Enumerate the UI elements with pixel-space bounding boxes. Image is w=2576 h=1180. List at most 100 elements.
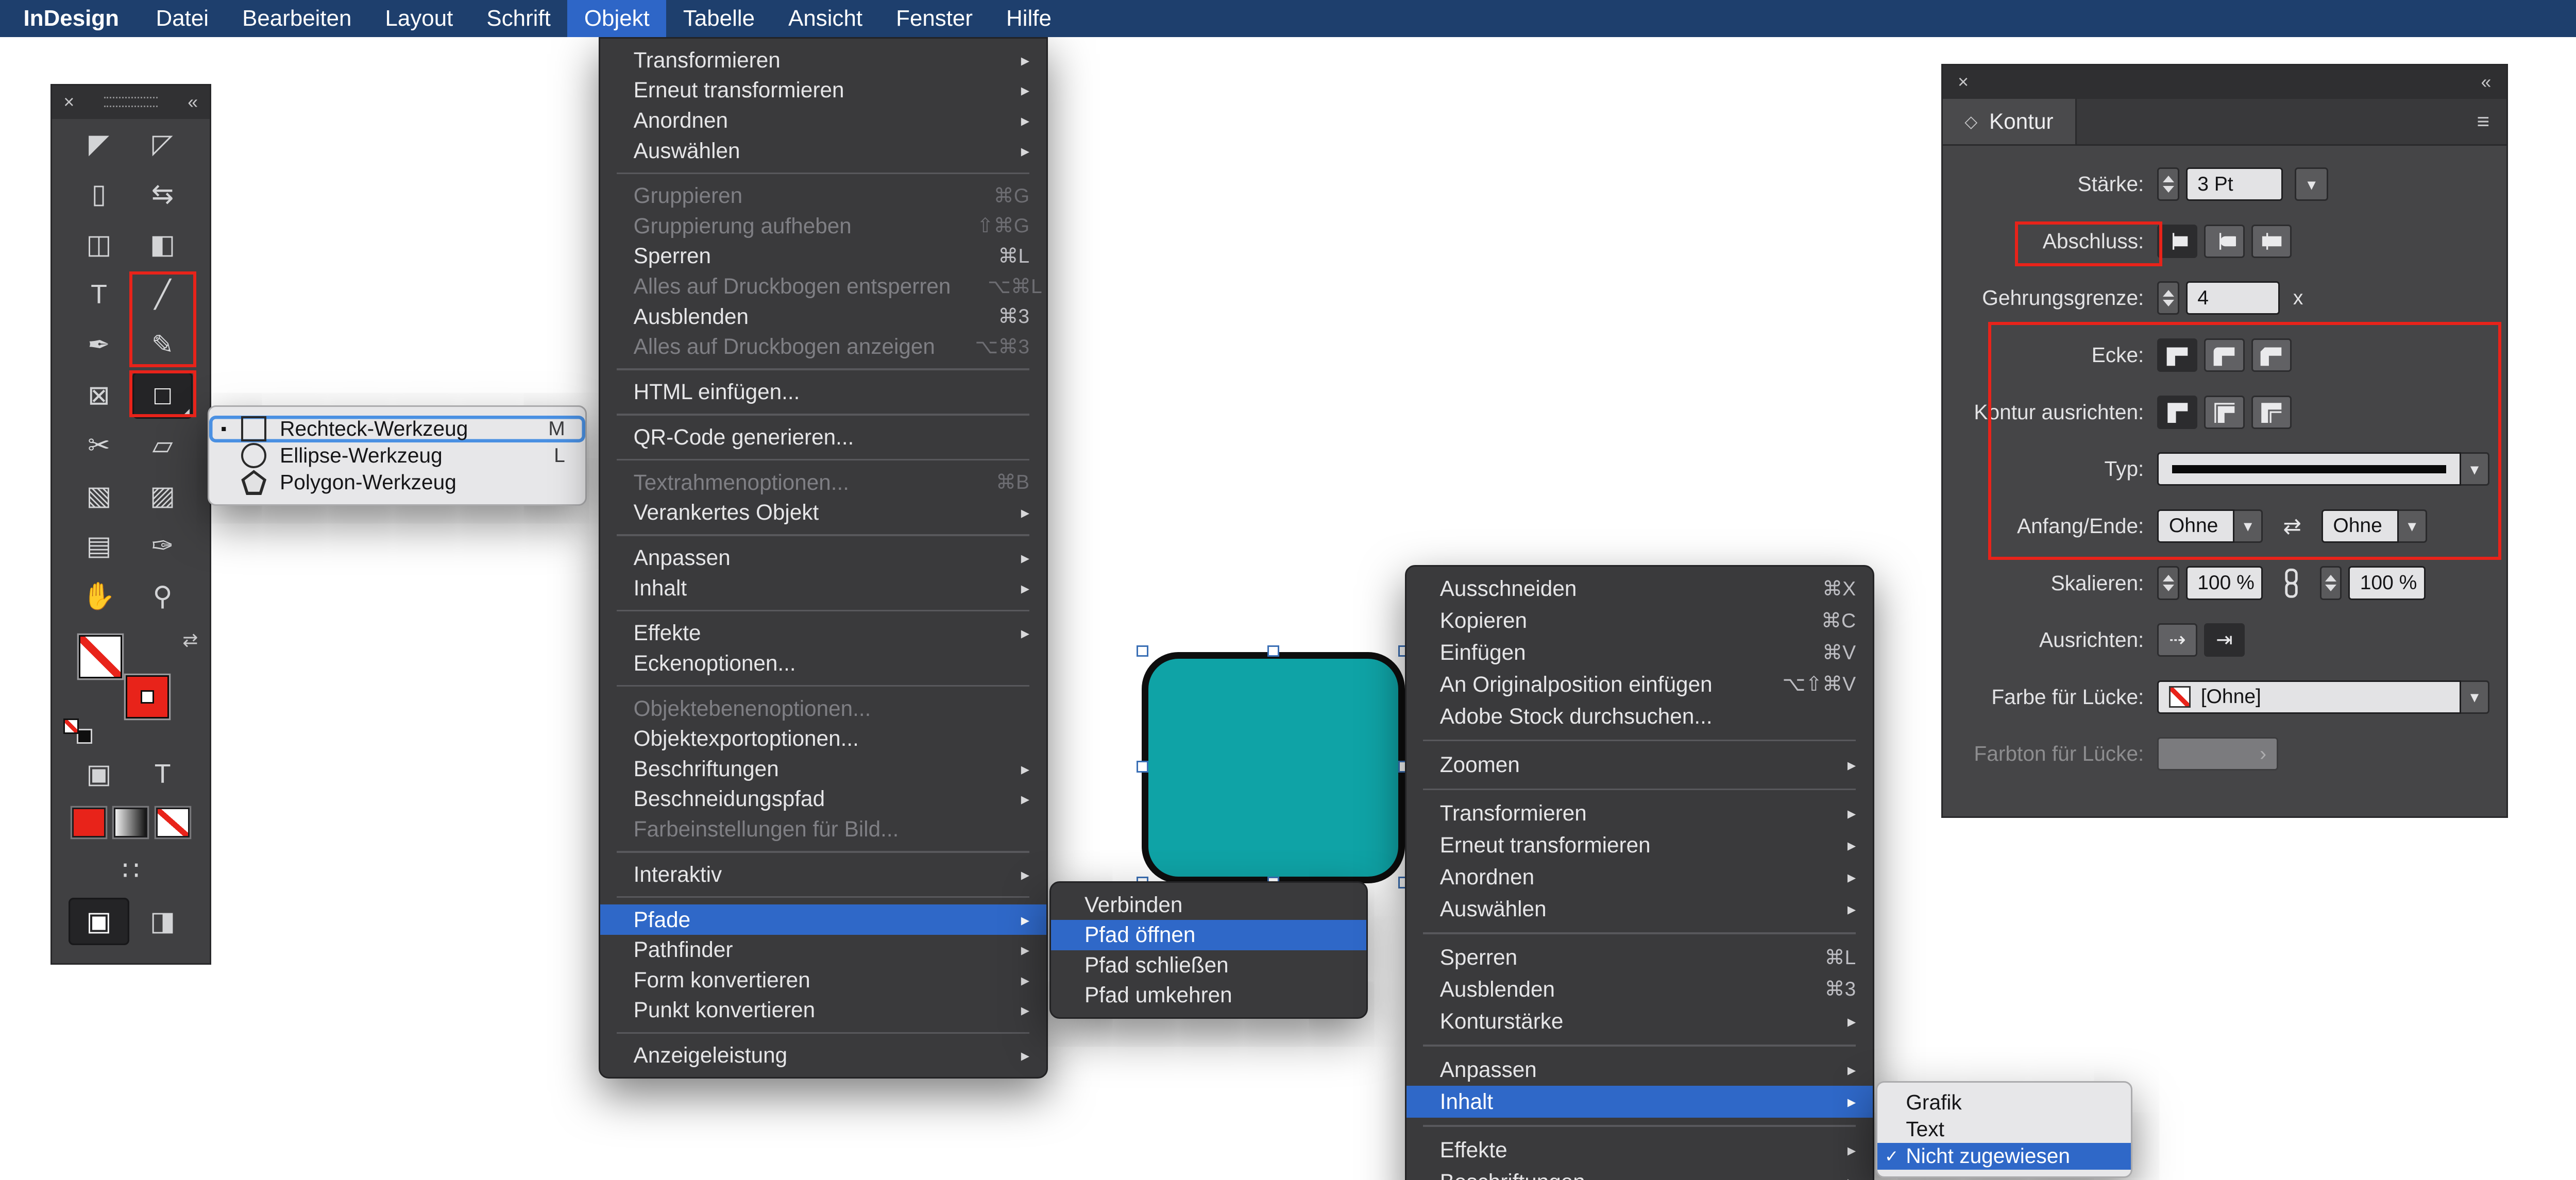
stepper-down-icon[interactable]	[2325, 585, 2336, 591]
menu-item-pfad-umkehren[interactable]: Pfad umkehren	[1051, 980, 1366, 1011]
menu-item-transformieren[interactable]: Transformieren▸	[1406, 797, 1873, 829]
cap-butt-button[interactable]	[2157, 225, 2197, 258]
menu-item-pfad-schließen[interactable]: Pfad schließen	[1051, 950, 1366, 981]
menu-item-anordnen[interactable]: Anordnen▸	[600, 106, 1046, 136]
close-icon[interactable]: ×	[63, 92, 74, 113]
app-menu[interactable]: InDesign	[0, 0, 139, 37]
menu-item-adobe-stock-durchsuchen[interactable]: Adobe Stock durchsuchen...	[1406, 700, 1873, 732]
menu-item-interaktiv[interactable]: Interaktiv▸	[600, 860, 1046, 890]
cap-round-button[interactable]	[2204, 225, 2244, 258]
hand-tool[interactable]: ✋	[69, 573, 129, 620]
menu-item-inhalt[interactable]: Inhalt▸	[1406, 1086, 1873, 1118]
cap-projecting-button[interactable]	[2251, 225, 2292, 258]
menu-item-zoomen[interactable]: Zoomen▸	[1406, 749, 1873, 781]
menu-item-pfad-öffnen[interactable]: Pfad öffnen	[1051, 920, 1366, 950]
menu-item-erneut-transformieren[interactable]: Erneut transformieren▸	[600, 75, 1046, 106]
tab-kontur[interactable]: ◇ Kontur	[1943, 99, 2077, 144]
arrow-align-end-button[interactable]: ⇥	[2204, 623, 2244, 657]
menubar-item-datei[interactable]: Datei	[139, 0, 226, 37]
menu-item-html-einfügen[interactable]: HTML einfügen...	[600, 377, 1046, 407]
menu-item-punkt-konvertieren[interactable]: Punkt konvertieren▸	[600, 995, 1046, 1025]
menu-item-beschriftungen[interactable]: Beschriftungen▸	[1406, 1166, 1873, 1180]
menu-item-polygon-werkzeug[interactable]: Polygon-Werkzeug	[209, 469, 585, 496]
gap-color-field[interactable]: [Ohne]	[2157, 680, 2461, 714]
menu-item-auswählen[interactable]: Auswählen▸	[600, 135, 1046, 166]
menu-item-ausblenden[interactable]: Ausblenden⌘3	[1406, 973, 1873, 1005]
stroke-align-outside-button[interactable]	[2251, 396, 2292, 429]
selected-rectangle-shape[interactable]	[1142, 652, 1405, 883]
normal-view-mode[interactable]: ▣	[69, 898, 129, 945]
menubar-item-hilfe[interactable]: Hilfe	[990, 0, 1069, 37]
gehrungsgrenze-stepper[interactable]	[2157, 281, 2179, 315]
skalieren-stepper-2[interactable]	[2320, 566, 2342, 600]
menu-item-anpassen[interactable]: Anpassen▸	[600, 543, 1046, 573]
menu-item-sperren[interactable]: Sperren⌘L	[600, 241, 1046, 271]
anfang-field[interactable]: Ohne	[2157, 509, 2234, 543]
join-round-button[interactable]	[2204, 338, 2244, 372]
gap-color-dropdown-button[interactable]: ▾	[2461, 680, 2489, 714]
scissors-tool[interactable]: ✂	[69, 422, 129, 469]
content-placer-tool[interactable]: ◧	[132, 221, 193, 268]
menubar-item-tabelle[interactable]: Tabelle	[666, 0, 771, 37]
stepper-up-icon[interactable]	[2163, 290, 2174, 297]
arrow-align-start-button[interactable]: ⇢	[2157, 623, 2197, 657]
menu-item-ausblenden[interactable]: Ausblenden⌘3	[600, 301, 1046, 332]
pen-tool[interactable]: ✒	[69, 321, 129, 368]
menu-item-an-originalposition-einfügen[interactable]: An Originalposition einfügen⌥⇧⌘V	[1406, 669, 1873, 700]
menu-item-nicht-zugewiesen[interactable]: ✓Nicht zugewiesen	[1877, 1143, 2131, 1170]
menubar-item-fenster[interactable]: Fenster	[879, 0, 990, 37]
stepper-down-icon[interactable]	[2163, 585, 2174, 591]
menu-item-pfade[interactable]: Pfade▸	[600, 904, 1046, 935]
close-icon[interactable]: ×	[1958, 72, 1969, 93]
menu-item-beschneidungspfad[interactable]: Beschneidungspfad▸	[600, 784, 1046, 814]
menu-item-ellipse-werkzeug[interactable]: Ellipse-WerkzeugL	[209, 442, 585, 469]
menubar-item-ansicht[interactable]: Ansicht	[772, 0, 879, 37]
formatting-affects-text[interactable]: T	[132, 750, 193, 797]
gehrungsgrenze-value-field[interactable]: 4	[2186, 281, 2280, 315]
apply-gradient-button[interactable]	[114, 808, 147, 838]
rectangle-tool[interactable]: □	[132, 372, 193, 419]
menu-item-beschriftungen[interactable]: Beschriftungen▸	[600, 754, 1046, 784]
note-tool[interactable]: ▤	[69, 523, 129, 570]
menu-item-anpassen[interactable]: Anpassen▸	[1406, 1054, 1873, 1086]
menu-item-auswählen[interactable]: Auswählen▸	[1406, 893, 1873, 925]
page-tool[interactable]: ▯	[69, 171, 129, 218]
stepper-down-icon[interactable]	[2163, 300, 2174, 306]
menu-item-ausschneiden[interactable]: Ausschneiden⌘X	[1406, 573, 1873, 605]
free-transform-tool[interactable]: ▱	[132, 422, 193, 469]
stroke-swatch[interactable]	[126, 675, 170, 719]
menu-item-eckenoptionen[interactable]: Eckenoptionen...	[600, 648, 1046, 679]
menubar-item-objekt[interactable]: Objekt	[567, 0, 666, 37]
skalieren-value-field-1[interactable]: 100 %	[2186, 566, 2263, 600]
stepper-up-icon[interactable]	[2325, 575, 2336, 582]
menu-item-transformieren[interactable]: Transformieren▸	[600, 45, 1046, 76]
menubar-item-bearbeiten[interactable]: Bearbeiten	[226, 0, 368, 37]
staerke-dropdown-button[interactable]: ▾	[2295, 167, 2328, 201]
collapse-panel-icon[interactable]: «	[188, 92, 198, 113]
menu-item-effekte[interactable]: Effekte▸	[600, 618, 1046, 648]
stepper-down-icon[interactable]	[2163, 186, 2174, 193]
content-collector-tool[interactable]: ◫	[69, 221, 129, 268]
type-tool[interactable]: T	[69, 271, 129, 318]
menubar-item-layout[interactable]: Layout	[368, 0, 470, 37]
selection-handle-middle-left[interactable]	[1137, 761, 1148, 773]
eyedropper-tool[interactable]: ✑	[132, 523, 193, 570]
staerke-stepper[interactable]	[2157, 167, 2179, 201]
preview-mode[interactable]: ◨	[132, 898, 193, 945]
menu-item-erneut-transformieren[interactable]: Erneut transformieren▸	[1406, 829, 1873, 861]
collapse-panel-icon[interactable]: «	[2481, 72, 2491, 93]
selection-handle-top-center[interactable]	[1267, 645, 1279, 657]
join-miter-button[interactable]	[2157, 338, 2197, 372]
apply-none-button[interactable]	[156, 808, 190, 838]
swap-fill-stroke-icon[interactable]: ⇄	[182, 630, 198, 651]
fill-swatch[interactable]	[79, 635, 123, 679]
selection-tool[interactable]: ◤	[69, 121, 129, 167]
view-options[interactable]: ∷	[100, 848, 161, 895]
default-fill-stroke-icon[interactable]	[63, 719, 92, 744]
selection-handle-top-left[interactable]	[1137, 645, 1148, 657]
menu-item-anzeigeleistung[interactable]: Anzeigeleistung▸	[600, 1040, 1046, 1071]
staerke-value-field[interactable]: 3 Pt	[2186, 167, 2283, 201]
zoom-tool[interactable]: ⚲	[132, 573, 193, 620]
anfang-dropdown-button[interactable]: ▾	[2234, 509, 2263, 543]
join-bevel-button[interactable]	[2251, 338, 2292, 372]
